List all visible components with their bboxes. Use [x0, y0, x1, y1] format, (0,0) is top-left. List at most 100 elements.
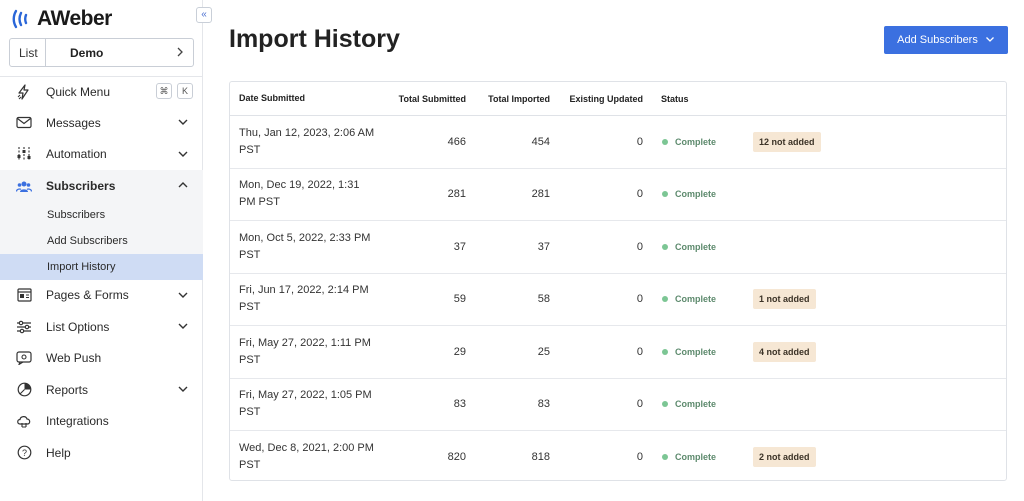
cell-existing-updated: 0	[636, 345, 643, 358]
cell-date-submitted: Wed, Dec 8, 2021, 2:00 PM PST	[230, 440, 380, 474]
cell-date-submitted: Fri, Jun 17, 2022, 2:14 PM PST	[230, 282, 380, 316]
list-selector[interactable]: List Demo	[9, 38, 194, 67]
date-line-2: PST	[239, 459, 261, 472]
sidebar-item-messages[interactable]: Messages	[0, 107, 203, 139]
chevron-down-icon	[177, 148, 189, 160]
shortcut-k-key: K	[177, 83, 193, 99]
cell-total-submitted: 59	[453, 293, 466, 306]
svg-text:?: ?	[21, 448, 26, 458]
cell-total-imported: 83	[537, 398, 550, 411]
sidebar-item-label: Integrations	[46, 414, 109, 429]
table-row[interactable]: Mon, Oct 5, 2022, 2:33 PM PST 37 37 0 Complet…	[230, 221, 1006, 274]
cell-existing-updated: 0	[636, 188, 643, 201]
not-added-badge[interactable]: 12 not added	[753, 131, 821, 152]
shortcut-command-key: ⌘	[156, 83, 172, 99]
cell-date-submitted: Fri, May 27, 2022, 1:11 PM PST	[230, 335, 380, 369]
date-line-1: Fri, Jun 17, 2022, 2:14 PM	[239, 284, 369, 297]
aweber-logo[interactable]: AWeber	[12, 7, 112, 30]
subscribers-submenu: Subscribers Add Subscribers Import Histo…	[0, 201, 203, 280]
status-text: Complete	[675, 136, 717, 147]
cell-total-submitted: 83	[453, 398, 466, 411]
table-row[interactable]: Fri, May 27, 2022, 1:05 PM PST 83 83 0 Comple…	[230, 379, 1006, 431]
sidebar: AWeber List Demo Quick Menu ⌘ K Messages	[0, 0, 203, 501]
sidebar-item-label: List Options	[46, 319, 110, 334]
table-header: Date Submitted Total Submitted Total Imp…	[230, 82, 1006, 116]
sidebar-nav: Quick Menu ⌘ K Messages Automation Subsc…	[0, 76, 203, 469]
sidebar-item-pages-forms[interactable]: Pages & Forms	[0, 280, 203, 312]
not-added-badge[interactable]: 4 not added	[753, 341, 816, 362]
col-total-imported: Total Imported	[488, 93, 550, 104]
cell-total-submitted: 466	[447, 135, 466, 148]
question-icon: ?	[16, 445, 32, 461]
cell-existing-updated: 0	[636, 293, 643, 306]
status-dot-icon	[662, 454, 668, 461]
cell-date-submitted: Thu, Jan 12, 2023, 2:06 AM PST	[230, 125, 380, 159]
sidebar-item-reports[interactable]: Reports	[0, 374, 203, 406]
cell-total-submitted: 29	[453, 345, 466, 358]
cell-status: Complete	[643, 347, 753, 357]
cell-total-submitted: 281	[447, 188, 466, 201]
table-row[interactable]: Fri, Jun 17, 2022, 2:14 PM PST 59 58 0 Comple…	[230, 274, 1006, 326]
chevron-down-icon	[177, 116, 189, 128]
envelope-icon	[16, 115, 32, 131]
col-status: Status	[661, 93, 689, 104]
cell-total-submitted: 37	[453, 240, 466, 253]
status-dot-icon	[662, 243, 668, 250]
date-line-1: Mon, Oct 5, 2022, 2:33 PM	[239, 231, 371, 244]
sidebar-item-integrations[interactable]: Integrations	[0, 406, 203, 438]
sidebar-item-label: Web Push	[46, 351, 102, 366]
date-line-1: Fri, May 27, 2022, 1:11 PM	[239, 336, 371, 349]
cell-date-submitted: Fri, May 27, 2022, 1:05 PM PST	[230, 387, 380, 421]
table-row[interactable]: Thu, Jan 12, 2023, 2:06 AM PST 466 454 0 Comp…	[230, 116, 1006, 169]
sidebar-item-help[interactable]: ? Help	[0, 437, 203, 469]
col-date-submitted: Date Submitted	[239, 93, 306, 103]
logo-waves-icon	[12, 9, 36, 29]
cell-status: Complete	[643, 294, 753, 304]
add-subscribers-button[interactable]: Add Subscribers	[884, 26, 1008, 54]
cell-existing-updated: 0	[636, 240, 643, 253]
cell-total-imported: 37	[537, 240, 550, 253]
date-line-2: PST	[239, 353, 261, 366]
table-row[interactable]: Wed, Dec 8, 2021, 2:00 PM PST 820 818 0 Compl…	[230, 431, 1006, 480]
sidebar-item-label: Messages	[46, 115, 101, 130]
chevron-right-icon	[175, 45, 193, 60]
date-line-2: PM PST	[239, 196, 280, 209]
status-dot-icon	[662, 191, 668, 198]
submenu-item-add-subscribers[interactable]: Add Subscribers	[0, 228, 203, 254]
status-text: Complete	[675, 189, 717, 200]
double-chevron-left-icon: «	[201, 9, 207, 20]
cell-total-imported: 58	[537, 293, 550, 306]
not-added-badge[interactable]: 1 not added	[753, 289, 816, 310]
col-total-submitted: Total Submitted	[398, 93, 466, 104]
submenu-item-subscribers[interactable]: Subscribers	[0, 202, 203, 228]
sidebar-item-label: Reports	[46, 382, 89, 397]
cell-existing-updated: 0	[636, 135, 643, 148]
collapse-sidebar-button[interactable]: «	[196, 7, 212, 23]
cell-status: Complete	[643, 189, 753, 199]
sidebar-item-automation[interactable]: Automation	[0, 139, 203, 171]
layout-icon	[16, 287, 32, 303]
table-row[interactable]: Mon, Dec 19, 2022, 1:31 PM PST 281 281 0 Comp…	[230, 169, 1006, 221]
chevron-down-icon	[177, 320, 189, 332]
status-dot-icon	[662, 401, 668, 408]
sidebar-item-subscribers[interactable]: Subscribers	[0, 170, 203, 202]
submenu-item-import-history[interactable]: Import History	[0, 253, 203, 280]
date-line-2: PST	[239, 301, 261, 314]
status-text: Complete	[675, 294, 717, 305]
not-added-badge[interactable]: 2 not added	[753, 447, 816, 468]
status-dot-icon	[662, 296, 668, 303]
chevron-down-icon	[177, 289, 189, 301]
date-line-2: PST	[239, 248, 261, 261]
people-icon	[16, 178, 32, 194]
sidebar-item-quick-menu[interactable]: Quick Menu ⌘ K	[0, 76, 203, 107]
chat-icon	[16, 350, 32, 366]
sliders-icon	[16, 146, 32, 162]
date-line-2: PST	[239, 143, 261, 156]
table-row[interactable]: Fri, May 27, 2022, 1:11 PM PST 29 25 0 Comple…	[230, 326, 1006, 379]
status-dot-icon	[662, 348, 668, 355]
status-text: Complete	[675, 452, 717, 463]
sidebar-item-list-options[interactable]: List Options	[0, 311, 203, 343]
sidebar-item-label: Help	[46, 445, 71, 460]
cell-note: 12 not added	[753, 131, 1006, 152]
sidebar-item-web-push[interactable]: Web Push	[0, 343, 203, 375]
